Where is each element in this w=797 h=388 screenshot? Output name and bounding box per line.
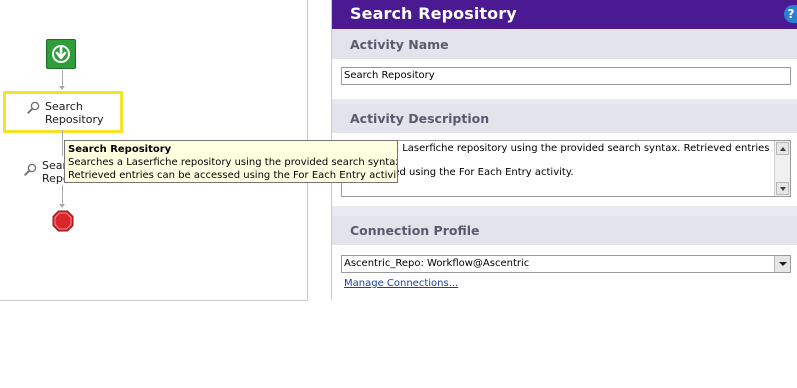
section-label: Activity Description (350, 111, 490, 126)
section-header-activity-name: Activity Name (332, 30, 797, 59)
down-arrow-icon (780, 187, 786, 191)
activity-name-input[interactable]: Search Repository (341, 67, 791, 85)
section-header-connection-profile: Connection Profile (332, 216, 797, 245)
red-stop-octagon-icon[interactable] (52, 210, 74, 236)
section-label: Activity Name (350, 37, 449, 52)
activity-search-repository-selected[interactable]: Search Repository (3, 91, 123, 133)
start-node-icon[interactable] (46, 39, 76, 69)
chevron-down-icon (779, 262, 787, 266)
section-label: Connection Profile (350, 223, 480, 238)
tooltip-line: Searches a Laserfiche repository using t… (68, 157, 398, 168)
connector-line (62, 130, 63, 156)
scroll-down-button[interactable] (776, 182, 789, 195)
activity-description-text: Searches a Laserfiche repository using t… (344, 143, 770, 178)
panel-header: Search Repository ? (332, 0, 797, 29)
section-body-activity-name: Search Repository (332, 59, 797, 99)
activity-tooltip: Search Repository Searches a Laserfiche … (64, 140, 398, 183)
tooltip-title: Search Repository (68, 144, 172, 155)
section-body-activity-description: Searches a Laserfiche repository using t… (332, 133, 797, 206)
description-scrollbar[interactable] (774, 141, 790, 196)
connector-arrowhead (59, 204, 65, 208)
tooltip-line: Retrieved entries can be accessed using … (68, 170, 398, 181)
magnifier-icon (24, 163, 37, 179)
help-icon[interactable]: ? (784, 5, 797, 23)
section-header-activity-description: Activity Description (332, 104, 797, 133)
scroll-up-button[interactable] (776, 142, 789, 155)
activity-label: Search Repository (45, 100, 104, 126)
connection-profile-value: Ascentric_Repo: Workflow@Ascentric (344, 258, 530, 269)
connector-arrowhead (59, 86, 65, 90)
dropdown-button[interactable] (774, 256, 790, 272)
manage-connections-link[interactable]: Manage Connections... (344, 278, 458, 289)
green-down-arrow-icon (52, 45, 70, 63)
activity-description-textarea[interactable]: Searches a Laserfiche repository using t… (341, 140, 791, 197)
connection-profile-select[interactable]: Ascentric_Repo: Workflow@Ascentric (341, 255, 791, 273)
properties-panel: Search Repository ? Activity Name Search… (331, 0, 797, 300)
panel-title: Search Repository (350, 4, 517, 23)
section-body-connection-profile: Ascentric_Repo: Workflow@Ascentric Manag… (332, 245, 797, 300)
magnifier-icon (27, 101, 40, 117)
up-arrow-icon (780, 147, 786, 151)
